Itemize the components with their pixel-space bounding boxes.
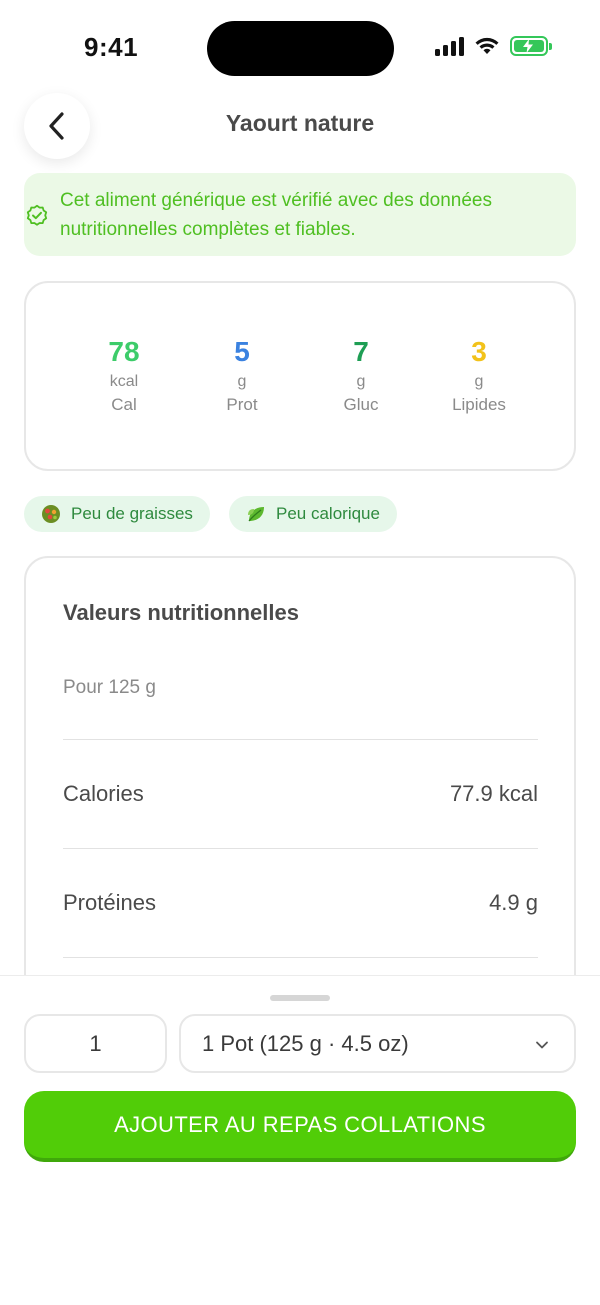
leaf-icon bbox=[248, 507, 264, 522]
serving-size-value: 1 Pot (125 g · 4.5 oz) bbox=[202, 1030, 409, 1056]
battery-icon bbox=[510, 36, 552, 56]
verified-text: Cet aliment générique est vérifié avec d… bbox=[60, 190, 492, 240]
wifi-icon bbox=[475, 37, 499, 54]
macro-value: 3 bbox=[471, 336, 487, 367]
chevron-down-icon bbox=[536, 1041, 548, 1049]
status-icons bbox=[435, 36, 552, 56]
macro-summary-card: 78 kcal Cal 5 g Prot 7 g Gluc 3 g Lipide… bbox=[24, 281, 576, 471]
macro-fat: 3 g Lipides bbox=[424, 335, 534, 417]
macro-label: Prot bbox=[226, 395, 258, 414]
nutrient-value: 77.9 kcal bbox=[449, 781, 538, 806]
macro-value: 78 bbox=[108, 336, 140, 367]
status-bar: 9:41 bbox=[0, 0, 600, 96]
macro-unit: g bbox=[356, 373, 366, 390]
macro-label: Gluc bbox=[343, 395, 379, 414]
macro-protein: 5 g Prot bbox=[187, 335, 297, 417]
macro-unit: kcal bbox=[109, 373, 139, 390]
divider bbox=[63, 848, 538, 849]
nutrition-row-protein: Protéines 4.9 g bbox=[63, 890, 538, 916]
macro-value: 5 bbox=[234, 336, 250, 367]
nutrient-label: Calories bbox=[63, 781, 144, 806]
serving-size-select[interactable]: 1 Pot (125 g · 4.5 oz) bbox=[179, 1014, 576, 1073]
macro-label: Lipides bbox=[452, 395, 506, 414]
tag-label: Peu calorique bbox=[276, 504, 380, 523]
macro-unit: g bbox=[474, 373, 484, 390]
macro-calories: 78 kcal Cal bbox=[69, 335, 179, 417]
nutrition-facts-card: Valeurs nutritionnelles Pour 125 g Calor… bbox=[24, 556, 576, 1036]
status-time: 9:41 bbox=[84, 32, 139, 62]
tag-low-calorie[interactable]: Peu calorique bbox=[229, 496, 397, 532]
tag-label: Peu de graisses bbox=[71, 504, 193, 523]
page-title: Yaourt nature bbox=[225, 110, 375, 136]
verified-badge-icon bbox=[26, 204, 48, 226]
nutrient-value: 4.9 g bbox=[489, 890, 538, 915]
serving-basis: Pour 125 g bbox=[63, 677, 156, 698]
macro-value: 7 bbox=[353, 336, 369, 367]
add-to-meal-button[interactable]: AJOUTER AU REPAS COLLATIONS bbox=[24, 1091, 576, 1162]
nutrition-row-calories: Calories 77.9 kcal bbox=[63, 781, 538, 807]
divider bbox=[63, 957, 538, 958]
verified-banner: Cet aliment générique est vérifié avec d… bbox=[24, 173, 576, 256]
cellular-signal-icon bbox=[435, 36, 464, 56]
nutrient-label: Protéines bbox=[63, 890, 156, 915]
quantity-input[interactable]: 1 bbox=[24, 1014, 167, 1073]
bottom-sheet: 1 1 Pot (125 g · 4.5 oz) AJOUTER AU REPA… bbox=[0, 975, 600, 1305]
tag-low-fat[interactable]: Peu de graisses bbox=[24, 496, 210, 532]
divider bbox=[63, 739, 538, 740]
macro-unit: g bbox=[237, 373, 247, 390]
macro-label: Cal bbox=[111, 395, 137, 414]
salad-icon bbox=[42, 505, 60, 523]
macro-carbs: 7 g Gluc bbox=[306, 335, 416, 417]
sheet-drag-handle[interactable] bbox=[270, 995, 330, 1001]
nutrition-title: Valeurs nutritionnelles bbox=[63, 600, 299, 625]
dynamic-island bbox=[207, 21, 394, 76]
